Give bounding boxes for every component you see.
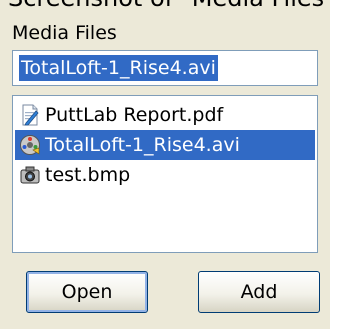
media-files-panel: Media Files TotalLoft-1_Rise4.avi PuttLa… <box>0 0 330 329</box>
camera-image-icon <box>20 166 40 184</box>
pdf-document-icon <box>22 104 39 126</box>
media-files-label: Media Files <box>12 22 117 44</box>
open-button[interactable]: Open <box>26 271 148 313</box>
media-file-list[interactable]: PuttLab Report.pdf TotalLoft-1_Rise4.avi… <box>12 95 318 253</box>
file-name: PuttLab Report.pdf <box>45 104 224 126</box>
filename-field-value: TotalLoft-1_Rise4.avi <box>19 55 218 81</box>
file-list-item[interactable]: PuttLab Report.pdf <box>15 100 315 130</box>
filename-field[interactable]: TotalLoft-1_Rise4.avi <box>12 50 318 86</box>
file-list-item[interactable]: test.bmp <box>15 160 315 190</box>
video-file-icon <box>20 135 40 155</box>
file-list-item-selected[interactable]: TotalLoft-1_Rise4.avi <box>15 130 315 160</box>
file-name: TotalLoft-1_Rise4.avi <box>45 134 240 156</box>
screenshot-caption: Screenshot of "Media Files" <box>8 0 335 12</box>
file-name: test.bmp <box>45 164 131 186</box>
add-button[interactable]: Add <box>198 271 320 313</box>
